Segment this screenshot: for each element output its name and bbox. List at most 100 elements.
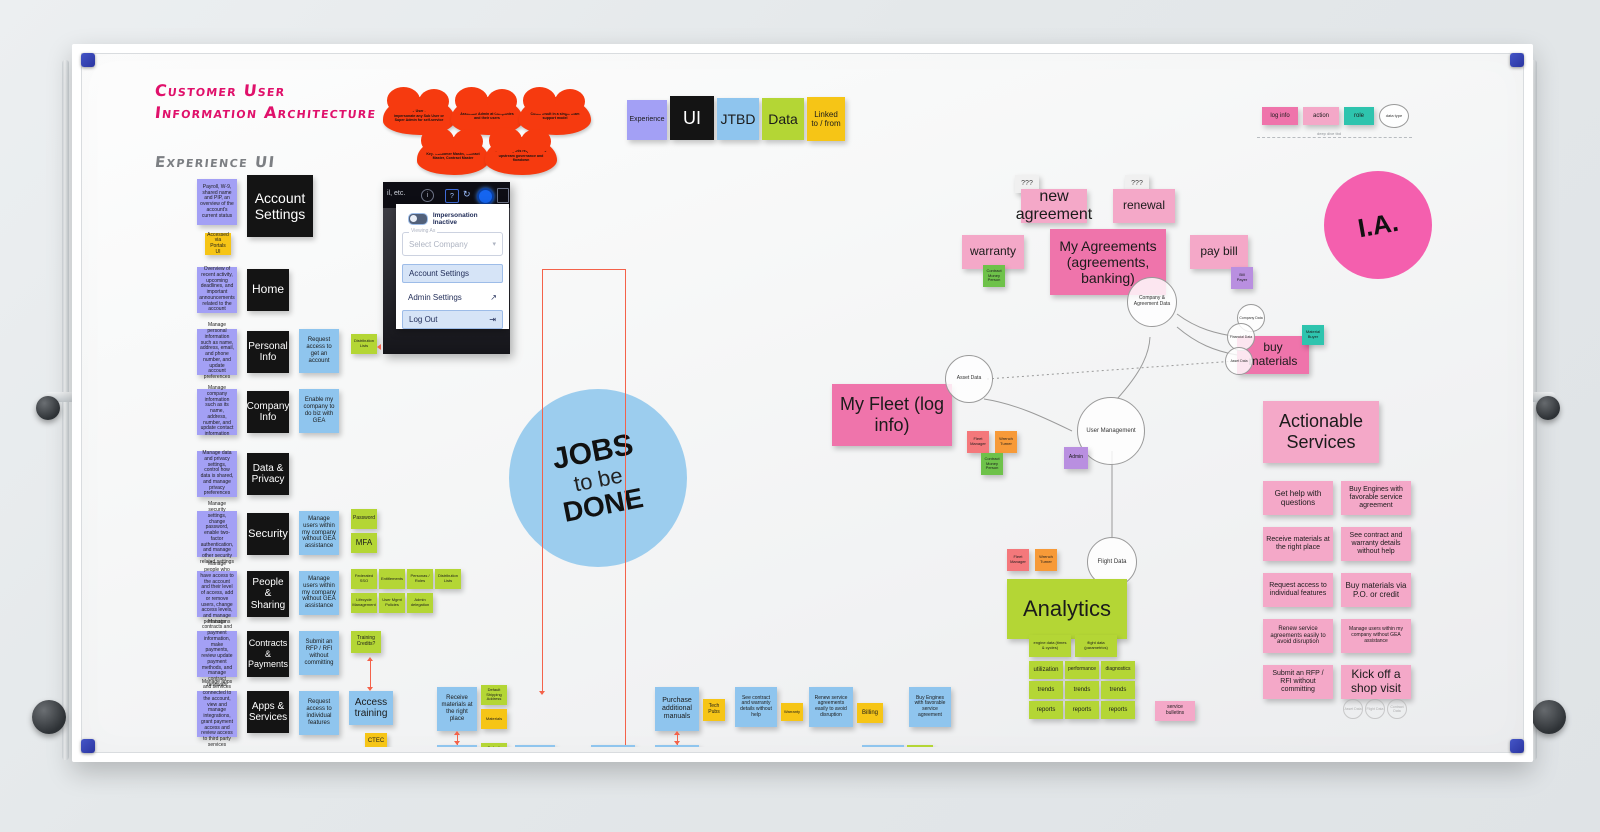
service-note[interactable]: Manage users within my company without G… [1341, 619, 1411, 653]
help-icon[interactable]: ? [445, 189, 459, 203]
jtbd-note[interactable]: Receive diagnostics services (see data, … [515, 745, 555, 747]
jtbd-note[interactable]: Receive materials at the right place [437, 687, 477, 731]
experience-note[interactable]: Manage personal information such as name… [197, 322, 237, 380]
service-note[interactable]: See contract and warranty details withou… [1341, 527, 1411, 561]
ui-page-personal-info[interactable]: Personal Info [247, 331, 289, 373]
data-note[interactable]: MFA [351, 533, 377, 553]
menu-item-log-out[interactable]: Log Out ⇥ [402, 310, 503, 329]
service-note[interactable]: Buy Engines with favorable service agree… [1341, 481, 1411, 515]
tag-log-info[interactable]: log info [1262, 107, 1298, 125]
role-note[interactable]: Fleet Manager [967, 431, 989, 453]
graph-node-asset-data[interactable]: Asset Data [945, 355, 993, 403]
graph-admin-tag[interactable]: Admin [1064, 447, 1088, 469]
menu-item-admin-settings[interactable]: Admin Settings ↗ [402, 288, 503, 307]
jtbd-note[interactable]: Get help with questions [862, 745, 904, 747]
analytics-subtag[interactable]: flight data (parametrics) [1075, 635, 1117, 657]
graph-node-asset-data-small[interactable]: Asset Data [1225, 347, 1253, 375]
legend-item-data[interactable]: Data [762, 98, 804, 140]
jtbd-note[interactable]: Manage users within my company without G… [299, 511, 339, 555]
linked-note[interactable]: Accessed via Portals UI [205, 232, 231, 255]
experience-note[interactable]: Manage people who have access to the acc… [197, 562, 237, 625]
impersonation-row[interactable]: Impersonation Inactive [402, 210, 503, 228]
data-note[interactable]: User Mgmt Policies [379, 593, 405, 613]
logout-icon[interactable]: ⇥ [489, 315, 496, 324]
profile-icon[interactable] [477, 188, 494, 205]
experience-note[interactable]: Manage apps and services connected to th… [197, 679, 237, 747]
jtbd-note[interactable]: See contract and warranty details withou… [735, 687, 777, 727]
jtbd-note[interactable]: Purchase additional manuals [655, 687, 699, 731]
service-bulletins-note[interactable]: service bulletins [1155, 701, 1195, 721]
jtbd-note[interactable]: Buy materials via P.O. or credit [437, 745, 477, 747]
legend-item-linked[interactable]: Linked to / from [807, 97, 845, 141]
analytics-cell[interactable]: trends [1065, 681, 1099, 699]
linked-ctec[interactable]: CTEC [365, 733, 387, 747]
analytics-title[interactable]: Analytics [1007, 579, 1127, 639]
experience-note[interactable]: Manage security settings, change passwor… [197, 502, 237, 565]
chevron-down-icon[interactable]: ▾ [492, 240, 496, 248]
refresh-icon[interactable]: ↻ [463, 189, 471, 200]
analytics-cell[interactable]: utilization [1029, 661, 1063, 679]
data-note[interactable]: Federated SSO [351, 569, 377, 589]
analytics-cell[interactable]: trends [1029, 681, 1063, 699]
linked-warranty[interactable]: Warranty [781, 703, 803, 721]
tag-action[interactable]: action [1303, 107, 1339, 125]
role-note[interactable]: Contract Money Person [983, 265, 1005, 287]
service-note[interactable]: Get help with questions [1263, 481, 1333, 515]
analytics-cell[interactable]: performance [1065, 661, 1099, 679]
linked-note[interactable]: Materials [481, 709, 507, 729]
service-note[interactable]: Receive materials at the right place [1263, 527, 1333, 561]
analytics-cell[interactable]: reports [1101, 701, 1135, 719]
ui-page-company-info[interactable]: Company Info [247, 391, 289, 433]
role-note[interactable]: Fleet Manager [1007, 549, 1029, 571]
data-note[interactable]: Lifecycle Management [351, 593, 377, 613]
jtbd-note[interactable]: Enable my company to do biz with GEA [299, 389, 339, 433]
data-note[interactable]: Distribution Lists [351, 334, 377, 354]
legend-item-jtbd[interactable]: JTBD [717, 98, 759, 140]
data-note[interactable]: Default Billing Address [481, 743, 507, 747]
data-note[interactable]: Password [351, 509, 377, 529]
service-note[interactable]: Renew service agreements easily to avoid… [1263, 619, 1333, 653]
role-note[interactable]: Contract Money Person [981, 453, 1003, 475]
linked-case-log[interactable]: Case Log [907, 745, 933, 747]
jtbd-access-training[interactable]: Access training [349, 691, 393, 725]
data-note[interactable]: Distribution Lists [435, 569, 461, 589]
analytics-cell[interactable]: reports [1065, 701, 1099, 719]
info-icon[interactable]: i [421, 189, 434, 202]
analytics-cell[interactable]: diagnostics [1101, 661, 1135, 679]
experience-note[interactable]: Payroll, W-9, shared name and PIP, an ov… [197, 179, 237, 225]
jtbd-note[interactable]: Buy Engines with favorable service agree… [909, 687, 951, 727]
external-link-icon[interactable]: ↗ [490, 293, 497, 302]
jtbd-note[interactable]: Request access to get an account [299, 329, 339, 373]
warranty-note[interactable]: warranty [962, 235, 1024, 269]
linked-billing[interactable]: Billing [857, 703, 883, 723]
jtbd-note[interactable]: Manage my fleet (utilization, engine cha… [591, 745, 635, 747]
data-note[interactable]: Personas / Roles [407, 569, 433, 589]
new-agreement-note[interactable]: new agreement [1016, 188, 1092, 223]
legend-item-experience[interactable]: Experience [627, 100, 667, 140]
role-note[interactable]: Bill Payer [1231, 267, 1253, 289]
analytics-cell[interactable]: reports [1029, 701, 1063, 719]
ui-page-account-settings[interactable]: Account Settings [247, 175, 313, 237]
my-fleet-note[interactable]: My Fleet (log info) [832, 384, 952, 446]
role-note[interactable]: Material Buyer [1302, 325, 1324, 345]
ui-page-apps-services[interactable]: Apps & Services [247, 691, 289, 733]
service-note[interactable]: Request access to individual features [1263, 573, 1333, 607]
ui-page-people-sharing[interactable]: People & Sharing [247, 571, 289, 617]
role-note[interactable]: Wrench Turner [995, 431, 1017, 453]
data-note[interactable]: Entitlements [379, 569, 405, 589]
experience-note[interactable]: Overview of recent activity, upcoming de… [197, 266, 237, 313]
impersonation-toggle[interactable] [408, 213, 428, 225]
jtbd-note[interactable]: Access manuals to perform on-wing mainte… [655, 745, 699, 747]
analytics-subtag[interactable]: engine data (times & cycles) [1029, 635, 1071, 657]
analytics-cell[interactable]: trends [1101, 681, 1135, 699]
ui-page-contracts-payments[interactable]: Contracts & Payments [247, 631, 289, 677]
menu-item-account-settings[interactable]: Account Settings [402, 264, 503, 283]
linked-techpubs[interactable]: Tech Pubs [703, 699, 725, 721]
data-note[interactable]: Admin delegation [407, 593, 433, 613]
pay-bill-note[interactable]: pay bill [1190, 235, 1248, 269]
graph-node-company-agreement-data[interactable]: Company & Agreement Data [1127, 277, 1177, 327]
actionable-services-title[interactable]: Actionable Services [1263, 401, 1379, 463]
jtbd-note[interactable]: Request access to individual features [299, 691, 339, 735]
data-note[interactable]: Training Credits? [351, 631, 381, 653]
ui-page-home[interactable]: Home [247, 269, 289, 311]
